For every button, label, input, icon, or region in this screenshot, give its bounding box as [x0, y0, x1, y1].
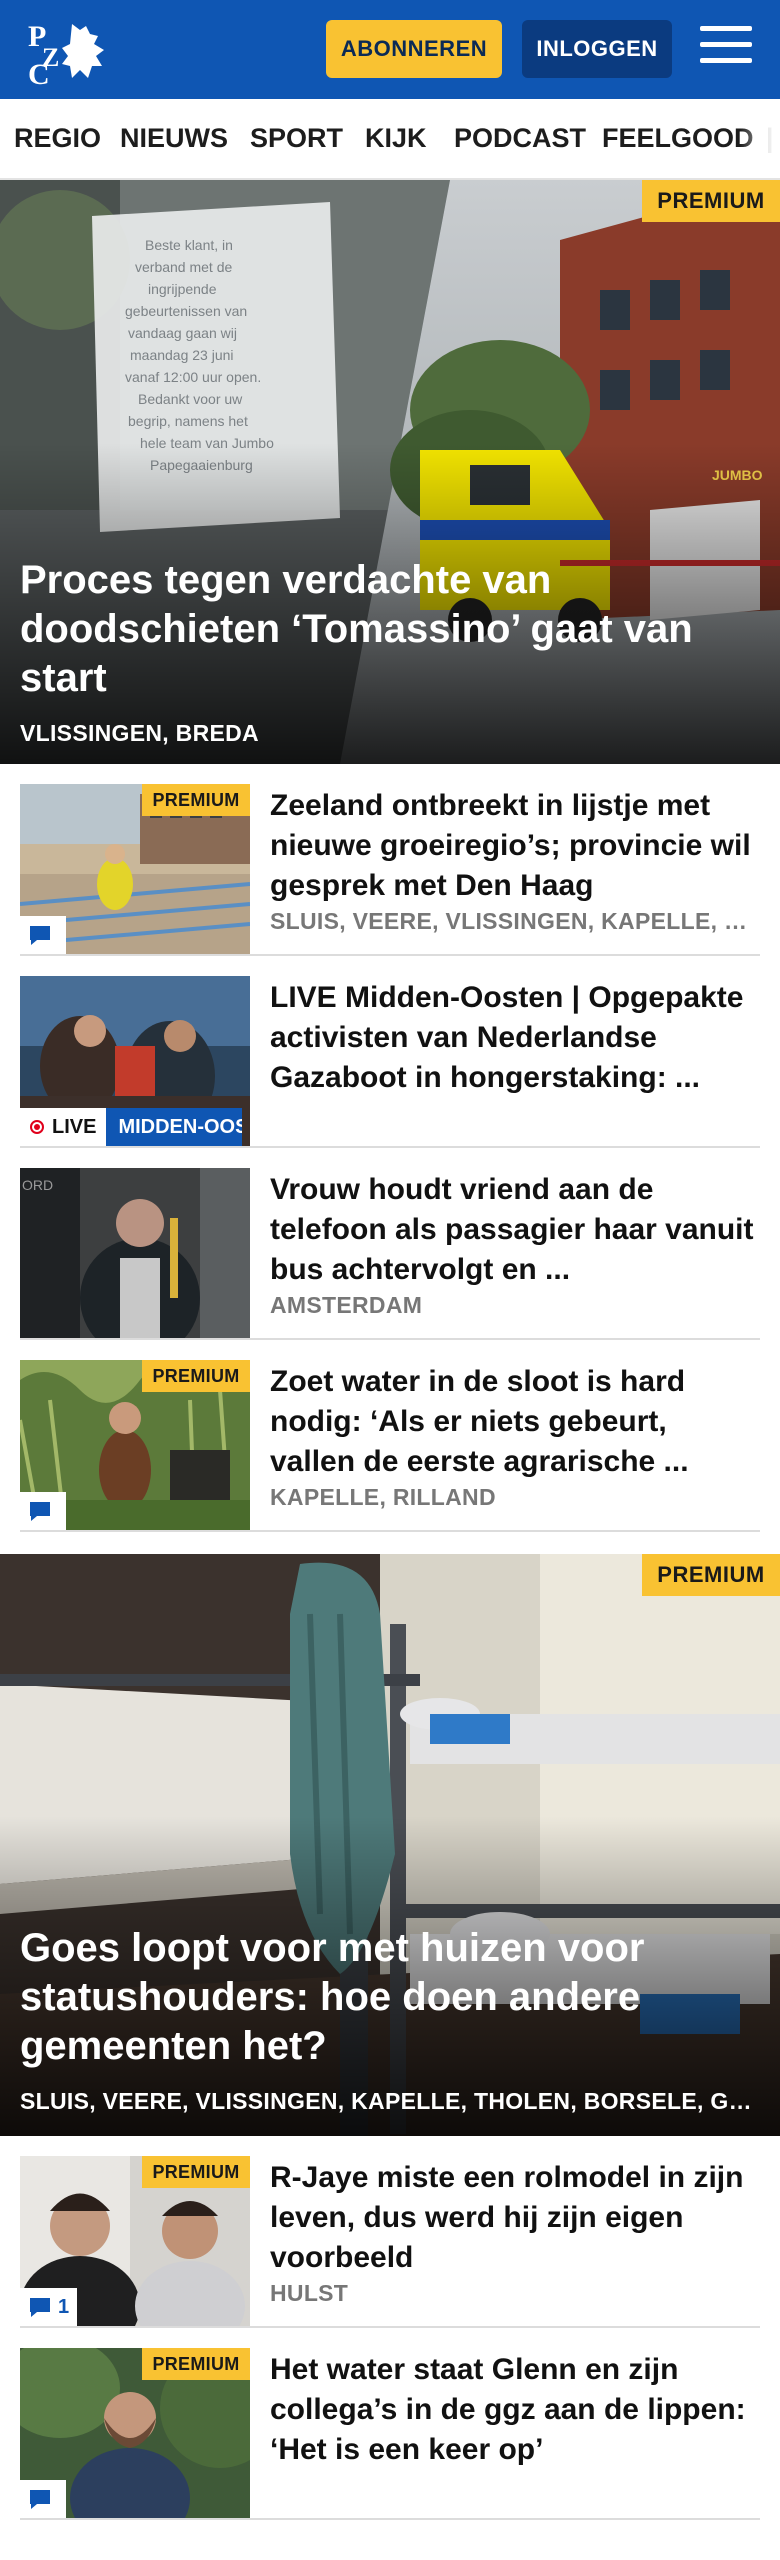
hero-location: SLUIS, VEERE, VLISSINGEN, KAPELLE, THOLE… [20, 2088, 760, 2114]
live-tag: LIVE [20, 1108, 107, 1146]
article-zoet-water[interactable]: PREMIUM Zoet water in de sloot is hard n… [20, 1340, 760, 1532]
article-live-midden-oosten[interactable]: LIVE MIDDEN-OOSTEN LIVE Midden-Oosten | … [20, 956, 760, 1148]
article-glenn-ggz[interactable]: PREMIUM Het water staat Glenn en zijn co… [20, 2328, 760, 2520]
article-title: LIVE Midden-Oosten | Opgepakte activiste… [270, 981, 744, 1094]
article-title: R-Jaye miste een rolmodel in zijn leven,… [270, 2161, 744, 2274]
article-r-jaye[interactable]: PREMIUM 1 R-Jaye miste een rolmodel in z… [20, 2136, 760, 2328]
article-title: Zoet water in de sloot is hard nodig: ‘A… [270, 1365, 689, 1478]
premium-badge: PREMIUM [142, 784, 250, 816]
comment-icon [30, 2298, 50, 2317]
subscribe-button[interactable]: ABONNEREN [326, 20, 502, 78]
article-location: HULST [270, 2280, 349, 2306]
nav-item-sport[interactable]: SPORT [250, 123, 343, 154]
article-vrouw-telefoon[interactable]: ORD Vrouw houdt vriend aan de telefoon a… [20, 1148, 760, 1340]
article-location: KAPELLE, RILLAND [270, 1484, 496, 1510]
hero-title: Goes loopt voor met huizen voor statusho… [20, 1926, 645, 2068]
article-location: AMSTERDAM [270, 1292, 423, 1318]
comment-count[interactable] [20, 1492, 66, 1530]
hero-article-statushouders[interactable]: PREMIUM Goes loopt voor met huizen voor … [0, 1554, 780, 2136]
article-thumbnail: LIVE MIDDEN-OOSTEN [20, 976, 250, 1146]
comment-icon [30, 1502, 50, 1521]
nav-item-nieuws[interactable]: NIEUWS [120, 123, 228, 154]
live-label: LIVE [52, 1115, 97, 1138]
comment-icon [30, 926, 50, 945]
nav-scroll-fade [740, 99, 780, 178]
comment-count[interactable] [20, 916, 66, 954]
comment-count[interactable]: 1 [20, 2288, 78, 2326]
article-thumbnail: PREMIUM [20, 1360, 250, 1530]
article-thumbnail: ORD [20, 1168, 250, 1338]
article-title: Zeeland ontbreekt in lijstje met nieuwe … [270, 789, 751, 902]
pzc-logo[interactable]: P C Z [26, 16, 116, 91]
svg-text:ORD: ORD [22, 1177, 53, 1193]
svg-text:Z: Z [42, 43, 59, 72]
hero-article-tomassino[interactable]: Beste klant, in verband met de ingrijpen… [0, 180, 780, 764]
premium-badge: PREMIUM [642, 180, 780, 222]
article-thumbnail: PREMIUM 1 [20, 2156, 250, 2326]
nav-item-regio[interactable]: REGIO [14, 123, 101, 154]
hero-title: Proces tegen verdachte van doodschieten … [20, 558, 693, 700]
live-dot-icon [30, 1120, 44, 1134]
comment-icon [30, 2490, 50, 2509]
article-groeiregio[interactable]: PREMIUM Zeeland ontbreekt in lijstje met… [20, 764, 760, 956]
article-title: Het water staat Glenn en zijn collega’s … [270, 2353, 746, 2466]
premium-badge: PREMIUM [142, 1360, 250, 1392]
article-title: Vrouw houdt vriend aan de telefoon als p… [270, 1173, 754, 1286]
article-thumbnail: PREMIUM [20, 2348, 250, 2518]
hamburger-menu-icon[interactable] [700, 26, 752, 72]
article-location: SLUIS, VEERE, VLISSINGEN, KAPELLE, THOLE… [270, 908, 760, 934]
hero-location: VLISSINGEN, BREDA [20, 720, 259, 746]
comment-count[interactable] [20, 2480, 66, 2518]
nav-item-kijk[interactable]: KIJK [365, 123, 427, 154]
live-topic: MIDDEN-OOSTEN [106, 1108, 243, 1146]
site-header: P C Z ABONNEREN INLOGGEN [0, 0, 780, 99]
nav-item-podcast[interactable]: PODCAST [454, 123, 586, 154]
login-button[interactable]: INLOGGEN [522, 20, 672, 78]
nav-item-feelgood[interactable]: FEELGOOD [602, 123, 754, 154]
section-nav: REGIO NIEUWS SPORT KIJK PODCAST FEELGOOD… [0, 99, 780, 180]
live-label-bar: LIVE MIDDEN-OOSTEN [20, 1108, 243, 1146]
premium-badge: PREMIUM [142, 2156, 250, 2188]
premium-badge: PREMIUM [142, 2348, 250, 2380]
article-thumbnail: PREMIUM [20, 784, 250, 954]
premium-badge: PREMIUM [642, 1554, 780, 1596]
comment-count-value: 1 [58, 2295, 70, 2318]
